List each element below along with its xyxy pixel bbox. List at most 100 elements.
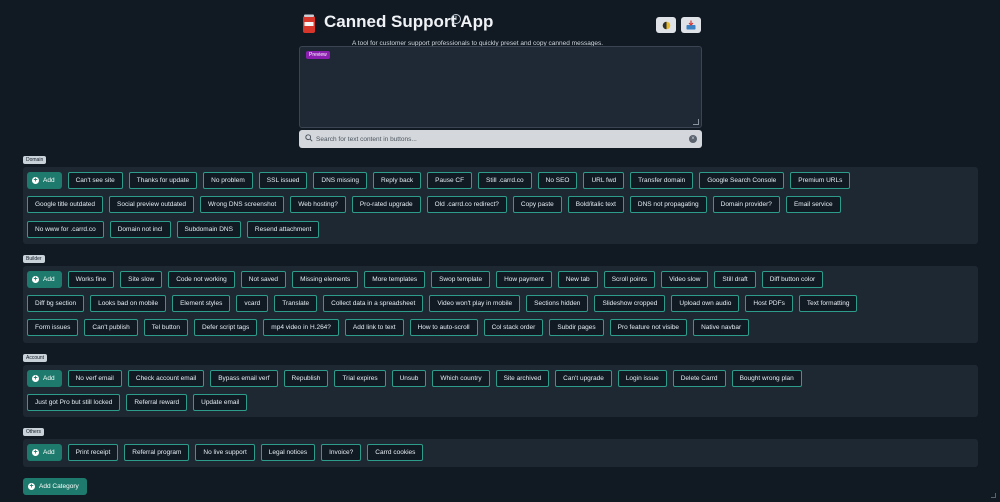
- canned-message-button[interactable]: Domain not incl: [109, 221, 171, 238]
- canned-message-button[interactable]: Premium URLs: [790, 172, 851, 189]
- canned-message-button[interactable]: Can't upgrade: [555, 370, 612, 387]
- canned-message-button[interactable]: Delete Carrd: [672, 370, 726, 387]
- canned-message-button[interactable]: No verf email: [67, 370, 122, 387]
- canned-message-button[interactable]: Referral program: [124, 444, 190, 461]
- canned-message-button[interactable]: Google Search Console: [699, 172, 785, 189]
- canned-message-button[interactable]: Host PDFs: [745, 295, 793, 312]
- canned-message-button[interactable]: Can't publish: [84, 319, 138, 336]
- canned-message-button[interactable]: Update email: [193, 394, 248, 411]
- canned-message-button[interactable]: No SEO: [537, 172, 578, 189]
- canned-message-button[interactable]: Web hosting?: [290, 196, 346, 213]
- add-button[interactable]: + Add: [27, 172, 62, 189]
- canned-message-button[interactable]: New tab: [557, 271, 598, 288]
- canned-message-button[interactable]: Native navbar: [693, 319, 750, 336]
- canned-message-button[interactable]: Video won't play in mobile: [429, 295, 521, 312]
- search-input[interactable]: [316, 130, 676, 148]
- canned-message-button[interactable]: Old .carrd.co redirect?: [426, 196, 507, 213]
- canned-message-button[interactable]: Swop template: [431, 271, 491, 288]
- canned-message-button[interactable]: No problem: [203, 172, 253, 189]
- canned-message-button[interactable]: Trial expires: [334, 370, 386, 387]
- canned-message-button[interactable]: Still draft: [714, 271, 756, 288]
- canned-message-button[interactable]: Copy paste: [512, 196, 562, 213]
- canned-message-button[interactable]: Google title outdated: [27, 196, 103, 213]
- add-button[interactable]: + Add: [27, 444, 62, 461]
- canned-message-button[interactable]: URL fwd: [583, 172, 625, 189]
- theme-toggle-button[interactable]: [656, 17, 676, 33]
- info-icon[interactable]: i: [451, 14, 461, 24]
- category-label-builder: Builder: [23, 255, 45, 263]
- canned-message-button[interactable]: Republish: [283, 370, 329, 387]
- canned-message-button[interactable]: Bought wrong plan: [731, 370, 802, 387]
- button-row: No www for .carrd.co Domain not incl Subdo…: [27, 221, 320, 238]
- canned-message-button[interactable]: Referral reward: [126, 394, 188, 411]
- add-button[interactable]: + Add: [27, 271, 62, 288]
- canned-message-button[interactable]: Video slow: [661, 271, 709, 288]
- canned-message-button[interactable]: Pro-rated upgrade: [351, 196, 421, 213]
- canned-message-button[interactable]: Resend attachment: [246, 221, 320, 238]
- canned-message-button[interactable]: More templates: [364, 271, 426, 288]
- canned-message-button[interactable]: Translate: [274, 295, 318, 312]
- add-category-button[interactable]: + Add Category: [23, 478, 87, 495]
- canned-message-button[interactable]: Bypass email verf: [210, 370, 278, 387]
- clear-icon[interactable]: ×: [689, 135, 697, 143]
- canned-message-button[interactable]: Diff bg section: [27, 295, 85, 312]
- canned-message-button[interactable]: Add link to text: [344, 319, 404, 336]
- canned-message-button[interactable]: Looks bad on mobile: [90, 295, 167, 312]
- canned-message-button[interactable]: Domain provider?: [712, 196, 780, 213]
- canned-message-button[interactable]: DNS not propagating: [629, 196, 707, 213]
- canned-message-button[interactable]: Pro feature not visibe: [609, 319, 688, 336]
- canned-message-button[interactable]: Defer script tags: [193, 319, 258, 336]
- canned-message-button[interactable]: Unsub: [391, 370, 427, 387]
- canned-message-button[interactable]: No www for .carrd.co: [27, 221, 104, 238]
- canned-message-button[interactable]: Subdir pages: [549, 319, 604, 336]
- canned-message-button[interactable]: Social preview outdated: [109, 196, 195, 213]
- canned-message-button[interactable]: Check account email: [127, 370, 205, 387]
- add-button[interactable]: + Add: [27, 370, 62, 387]
- canned-message-button[interactable]: Not saved: [240, 271, 287, 288]
- canned-message-button[interactable]: Element styles: [172, 295, 231, 312]
- preview-textarea[interactable]: Preview: [299, 46, 702, 128]
- canned-message-button[interactable]: Sections hidden: [526, 295, 589, 312]
- canned-message-button[interactable]: Works fine: [67, 271, 115, 288]
- canned-message-button[interactable]: Scroll points: [603, 271, 656, 288]
- canned-message-button[interactable]: mp4 video in H.264?: [263, 319, 339, 336]
- canned-message-button[interactable]: Diff button color: [761, 271, 824, 288]
- canned-message-button[interactable]: Transfer domain: [630, 172, 694, 189]
- half-moon-icon: [662, 21, 670, 29]
- canned-message-button[interactable]: Email service: [785, 196, 841, 213]
- canned-message-button[interactable]: Legal notices: [260, 444, 316, 461]
- canned-message-button[interactable]: Which country: [432, 370, 490, 387]
- canned-message-button[interactable]: Tel button: [143, 319, 188, 336]
- canned-message-button[interactable]: Still .carrd.co: [478, 172, 532, 189]
- canned-message-button[interactable]: Upload own audio: [671, 295, 740, 312]
- canned-message-button[interactable]: How payment: [496, 271, 552, 288]
- canned-message-button[interactable]: SSL issued: [258, 172, 308, 189]
- canned-message-button[interactable]: Missing elements: [292, 271, 359, 288]
- canned-message-button[interactable]: Site archived: [495, 370, 550, 387]
- canned-message-button[interactable]: Subdomain DNS: [176, 221, 241, 238]
- canned-message-button[interactable]: Form issues: [27, 319, 79, 336]
- canned-message-button[interactable]: Print receipt: [67, 444, 119, 461]
- canned-message-button[interactable]: DNS missing: [313, 172, 367, 189]
- canned-message-button[interactable]: Text formatting: [798, 295, 858, 312]
- canned-message-button[interactable]: Reply back: [372, 172, 422, 189]
- canned-message-button[interactable]: Col stack order: [483, 319, 544, 336]
- canned-message-button[interactable]: Pause CF: [427, 172, 473, 189]
- canned-message-button[interactable]: Thanks for update: [128, 172, 198, 189]
- canned-message-button[interactable]: Invoice?: [321, 444, 362, 461]
- canned-message-button[interactable]: Just got Pro but still locked: [27, 394, 121, 411]
- canned-message-button[interactable]: Login issue: [617, 370, 667, 387]
- canned-message-button[interactable]: No live support: [195, 444, 255, 461]
- canned-message-button[interactable]: Bold/italic text: [567, 196, 624, 213]
- canned-message-button[interactable]: Collect data in a spreadsheet: [323, 295, 424, 312]
- canned-message-button[interactable]: vcard: [236, 295, 269, 312]
- canned-message-button[interactable]: Code not working: [168, 271, 235, 288]
- canned-message-button[interactable]: Carrd cookies: [367, 444, 424, 461]
- canned-message-button[interactable]: How to auto-scroll: [409, 319, 478, 336]
- canned-message-button[interactable]: Site slow: [120, 271, 163, 288]
- canned-message-button[interactable]: Wrong DNS screenshot: [200, 196, 285, 213]
- export-button[interactable]: [681, 17, 701, 33]
- resize-grip[interactable]: [693, 119, 699, 125]
- canned-message-button[interactable]: Slideshow cropped: [594, 295, 666, 312]
- canned-message-button[interactable]: Can't see site: [67, 172, 123, 189]
